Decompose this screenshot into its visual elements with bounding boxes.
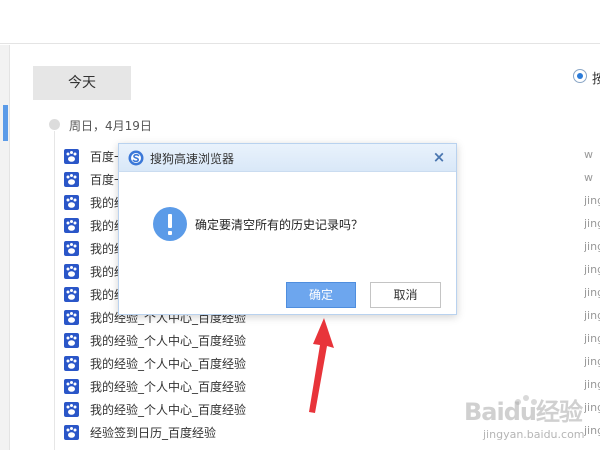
red-arrow-annotation (309, 318, 334, 413)
history-row-title[interactable]: 我的经验_个人中心_百度经验 (90, 332, 246, 349)
baidu-paw-icon (64, 310, 79, 325)
baidu-paw-icon (64, 333, 79, 348)
left-panel-selection-indicator (3, 105, 8, 141)
tab-today[interactable]: 今天 (33, 66, 131, 100)
history-row-url: jing (584, 263, 600, 276)
watermark-text: Baidu经验 (464, 398, 583, 426)
timeline-line (54, 131, 55, 450)
left-panel (0, 45, 10, 450)
history-row-url: jing (584, 424, 600, 437)
history-row-url: jing (584, 332, 600, 345)
history-row-title[interactable]: 我的经验_个人中心_百度经验 (90, 378, 246, 395)
history-row-title[interactable]: 经验签到日历_百度经验 (90, 424, 216, 441)
confirm-button[interactable]: 确定 (286, 282, 356, 308)
exclamation-icon (153, 207, 187, 241)
date-header: 周日，4月19日 (69, 119, 152, 133)
history-row-title[interactable]: 我的经验_个人中心_百度经验 (90, 355, 246, 372)
sort-radio-button[interactable] (573, 69, 587, 83)
baidu-paw-icon (64, 356, 79, 371)
baidu-paw-icon (64, 402, 79, 417)
baidu-paw-icon (64, 264, 79, 279)
close-icon[interactable]: × (431, 148, 447, 166)
history-row-url: w (584, 171, 593, 184)
history-row-url: jing (584, 240, 600, 253)
cancel-button[interactable]: 取消 (370, 282, 441, 308)
history-row-url: jing (584, 309, 600, 322)
history-row-url: jing (584, 286, 600, 299)
dialog-header: 搜狗高速浏览器 × (119, 144, 456, 172)
watermark-url: jingyan.baidu.com (483, 428, 585, 441)
history-row-url: w (584, 148, 593, 161)
baidu-paw-icon (64, 195, 79, 210)
history-row-url: jing (584, 355, 600, 368)
baidu-paw-icon (64, 379, 79, 394)
dialog-message: 确定要清空所有的历史记录吗？ (195, 218, 364, 232)
sogou-browser-logo-icon (128, 150, 144, 166)
baidu-paw-icon (64, 425, 79, 440)
history-row-url: jing (584, 378, 600, 391)
history-row-title[interactable]: 我的经验_个人中心_百度经验 (90, 401, 246, 418)
baidu-paw-icon (64, 172, 79, 187)
history-row-url: jing (584, 217, 600, 230)
history-row-url: jing (584, 194, 600, 207)
baidu-paw-icon (64, 149, 79, 164)
top-bar (0, 0, 600, 44)
sort-radio-label: 按 (592, 72, 600, 87)
timeline-dot (49, 119, 60, 130)
confirm-dialog: 搜狗高速浏览器 × 确定要清空所有的历史记录吗？ 确定 取消 (118, 143, 457, 315)
dialog-title: 搜狗高速浏览器 (150, 152, 235, 166)
baidu-paw-icon (64, 241, 79, 256)
history-row-url: jing (584, 401, 600, 414)
baidu-paw-icon (64, 287, 79, 302)
baidu-paw-icon (64, 218, 79, 233)
